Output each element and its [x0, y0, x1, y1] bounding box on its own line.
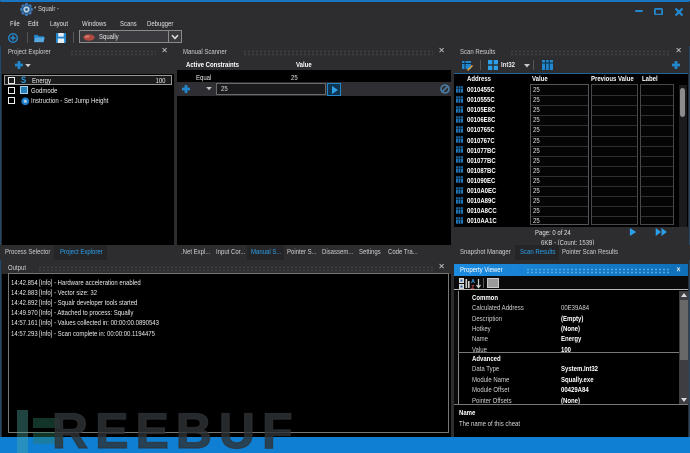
svg-text:Z: Z	[471, 285, 475, 289]
